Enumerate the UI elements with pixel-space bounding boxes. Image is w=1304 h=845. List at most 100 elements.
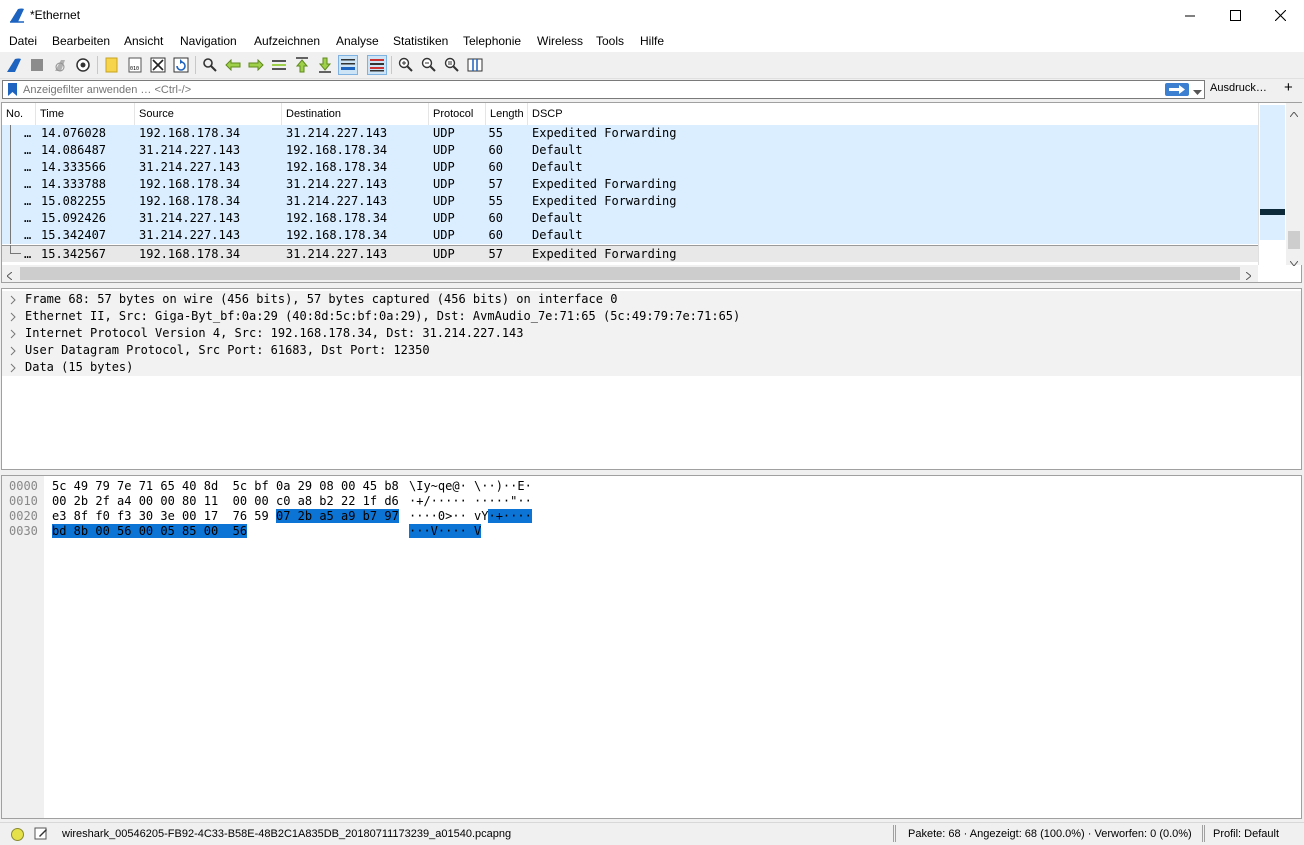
- resize-columns-icon[interactable]: [465, 55, 485, 75]
- table-row[interactable]: … 15.092426 31.214.227.143 192.168.178.34 UD…: [2, 210, 1258, 227]
- table-row[interactable]: … 15.082255 192.168.178.34 31.214.227.143 UD…: [2, 193, 1258, 210]
- menu-navigation[interactable]: Navigation: [180, 34, 237, 48]
- title-bar: *Ethernet: [0, 0, 1304, 31]
- restart-capture-icon[interactable]: [50, 55, 70, 75]
- menu-hilfe[interactable]: Hilfe: [640, 34, 664, 48]
- detail-row-frame[interactable]: Frame 68: 57 bytes on wire (456 bits), 5…: [2, 291, 1301, 308]
- chevron-right-icon[interactable]: [10, 345, 16, 359]
- cell-protocol: UDP: [433, 247, 455, 261]
- menu-statistiken[interactable]: Statistiken: [393, 34, 448, 48]
- zoom-out-icon[interactable]: [419, 55, 439, 75]
- bytes-ascii[interactable]: ·+/····· ·····"··: [409, 494, 532, 508]
- zoom-normal-icon[interactable]: [442, 55, 462, 75]
- horizontal-scroll-thumb[interactable]: [20, 267, 1240, 280]
- col-header-time[interactable]: Time: [36, 103, 135, 125]
- table-row-selected[interactable]: … 15.342567 192.168.178.34 31.214.227.143 UD…: [2, 245, 1258, 262]
- detail-row-ip[interactable]: Internet Protocol Version 4, Src: 192.16…: [2, 325, 1301, 342]
- detail-row-data[interactable]: Data (15 bytes): [2, 359, 1301, 376]
- apply-filter-arrow-icon[interactable]: [1165, 83, 1189, 96]
- cell-no: …: [24, 126, 32, 140]
- scroll-right-icon[interactable]: [1245, 269, 1252, 283]
- cell-no: …: [24, 194, 32, 208]
- menu-analyse[interactable]: Analyse: [336, 34, 379, 48]
- chevron-right-icon[interactable]: [10, 362, 16, 376]
- minimize-button[interactable]: [1167, 0, 1213, 31]
- bytes-ascii-highlight: ···V···· V: [409, 524, 482, 538]
- close-window-button[interactable]: [1257, 0, 1303, 31]
- table-row[interactable]: … 14.076028 192.168.178.34 31.214.227.143 UD…: [2, 125, 1258, 142]
- capture-comment-icon[interactable]: [34, 826, 48, 843]
- menu-datei[interactable]: Datei: [9, 34, 37, 48]
- zoom-in-icon[interactable]: [396, 55, 416, 75]
- open-file-icon[interactable]: [102, 55, 122, 75]
- expert-info-led-icon[interactable]: [11, 828, 24, 841]
- capture-options-icon[interactable]: [73, 55, 93, 75]
- table-row[interactable]: … 15.342407 31.214.227.143 192.168.178.34 UD…: [2, 227, 1258, 244]
- detail-row-ethernet[interactable]: Ethernet II, Src: Giga-Byt_bf:0a:29 (40:…: [2, 308, 1301, 325]
- bytes-hex[interactable]: bd 8b 00 56 00 05 85 00 56: [52, 524, 248, 538]
- cell-time: 15.092426: [41, 211, 107, 225]
- bytes-hex[interactable]: 5c 49 79 7e 71 65 40 8d 5c bf 0a 29 08 0…: [52, 479, 399, 493]
- cell-source: 192.168.178.34: [139, 194, 241, 208]
- display-filter-input[interactable]: [23, 82, 1153, 97]
- first-packet-icon[interactable]: [292, 55, 312, 75]
- menu-aufzeichnen[interactable]: Aufzeichnen: [254, 34, 320, 48]
- maximize-button[interactable]: [1212, 0, 1258, 31]
- table-row[interactable]: … 14.086487 31.214.227.143 192.168.178.34 UD…: [2, 142, 1258, 159]
- horizontal-scrollbar[interactable]: [2, 265, 1258, 282]
- reload-file-icon[interactable]: [171, 55, 191, 75]
- last-packet-icon[interactable]: [315, 55, 335, 75]
- menu-ansicht[interactable]: Ansicht: [124, 34, 163, 48]
- autoscroll-icon[interactable]: [338, 55, 358, 75]
- detail-row-udp[interactable]: User Datagram Protocol, Src Port: 61683,…: [2, 342, 1301, 359]
- chevron-right-icon[interactable]: [10, 311, 16, 325]
- col-header-length[interactable]: Length: [486, 103, 528, 125]
- bytes-ascii[interactable]: ···V···· V: [409, 524, 482, 538]
- table-row[interactable]: … 14.333788 192.168.178.34 31.214.227.143 UD…: [2, 176, 1258, 193]
- related-packet-line-icon: [10, 245, 21, 254]
- col-header-destination[interactable]: Destination: [282, 103, 429, 125]
- col-header-dscp[interactable]: DSCP: [528, 103, 1258, 125]
- colorize-icon[interactable]: [367, 55, 387, 75]
- bytes-ascii[interactable]: \Iy~qe@· \··)··E·: [409, 479, 532, 493]
- cell-destination: 31.214.227.143: [286, 247, 388, 261]
- menu-telephonie[interactable]: Telephonie: [463, 34, 521, 48]
- cell-protocol: UDP: [433, 160, 455, 174]
- vertical-scroll-thumb[interactable]: [1288, 231, 1300, 249]
- chevron-right-icon[interactable]: [10, 294, 16, 308]
- cell-source: 31.214.227.143: [139, 160, 241, 174]
- display-filter-field[interactable]: [2, 80, 1205, 99]
- status-profile[interactable]: Profil: Default: [1213, 828, 1279, 840]
- chevron-down-icon[interactable]: [1193, 85, 1202, 99]
- close-file-icon[interactable]: [148, 55, 168, 75]
- scroll-down-icon[interactable]: [1289, 255, 1299, 269]
- svg-text:010: 010: [130, 66, 139, 72]
- expression-button[interactable]: Ausdruck…: [1210, 82, 1267, 94]
- bookmark-icon[interactable]: [8, 83, 17, 99]
- save-file-icon[interactable]: 010: [125, 55, 145, 75]
- scroll-up-icon[interactable]: [1289, 106, 1299, 120]
- cell-protocol: UDP: [433, 126, 455, 140]
- start-capture-icon[interactable]: [4, 55, 24, 75]
- col-header-no[interactable]: No.: [2, 103, 36, 125]
- find-packet-icon[interactable]: [200, 55, 220, 75]
- go-to-packet-icon[interactable]: [269, 55, 289, 75]
- bytes-hex[interactable]: 00 2b 2f a4 00 00 80 11 00 00 c0 a8 b2 2…: [52, 494, 399, 508]
- window-title: *Ethernet: [30, 8, 81, 22]
- stop-capture-icon[interactable]: [27, 55, 47, 75]
- cell-destination: 192.168.178.34: [286, 211, 388, 225]
- bytes-ascii[interactable]: ····0>·· vY·+····: [409, 509, 532, 523]
- scroll-left-icon[interactable]: [6, 269, 13, 283]
- menu-wireless[interactable]: Wireless: [537, 34, 583, 48]
- chevron-right-icon[interactable]: [10, 328, 16, 342]
- bytes-hex[interactable]: e3 8f f0 f3 30 3e 00 17 76 59 07 2b a5 a…: [52, 509, 399, 523]
- go-back-icon[interactable]: [223, 55, 243, 75]
- cell-destination: 31.214.227.143: [286, 194, 388, 208]
- add-filter-button[interactable]: +: [1284, 79, 1293, 96]
- menu-bearbeiten[interactable]: Bearbeiten: [52, 34, 110, 48]
- go-forward-icon[interactable]: [246, 55, 266, 75]
- col-header-source[interactable]: Source: [135, 103, 282, 125]
- table-row[interactable]: … 14.333566 31.214.227.143 192.168.178.34 UD…: [2, 159, 1258, 176]
- col-header-protocol[interactable]: Protocol: [429, 103, 486, 125]
- menu-tools[interactable]: Tools: [596, 34, 624, 48]
